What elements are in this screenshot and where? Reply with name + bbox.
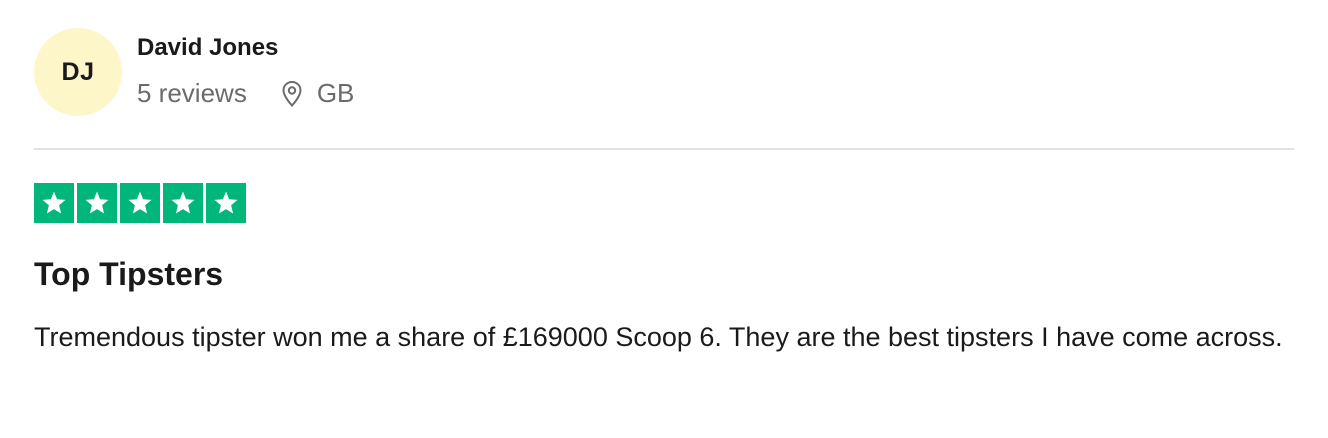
- avatar-initials: DJ: [61, 57, 95, 86]
- reviewer-country: GB: [316, 78, 355, 108]
- review-title[interactable]: Top Tipsters: [34, 256, 223, 293]
- review-card: DJ David Jones 5 reviews GB Top Tipsters…: [34, 0, 1294, 438]
- reviewer-header: DJ David Jones 5 reviews GB: [34, 28, 1294, 118]
- star-icon: [34, 183, 74, 223]
- reviewer-meta: 5 reviews GB: [137, 78, 354, 109]
- star-icon: [163, 183, 203, 223]
- star-icon: [77, 183, 117, 223]
- avatar[interactable]: DJ: [34, 28, 122, 116]
- divider: [34, 148, 1294, 150]
- star-icon: [120, 183, 160, 223]
- reviewer-name[interactable]: David Jones: [137, 34, 278, 62]
- location-pin-icon: [281, 80, 303, 108]
- review-count: 5 reviews: [137, 78, 247, 108]
- star-rating: [34, 183, 246, 223]
- review-body: Tremendous tipster won me a share of £16…: [34, 322, 1283, 352]
- star-icon: [206, 183, 246, 223]
